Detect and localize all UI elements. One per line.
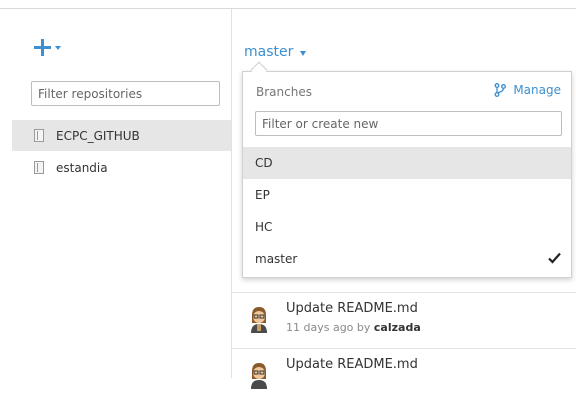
branch-item-ep[interactable]: EP xyxy=(243,179,571,211)
repo-book-icon xyxy=(34,129,44,142)
repo-item-ecpc-github[interactable]: ECPC_GITHUB xyxy=(12,120,231,151)
branch-dropdown: Branches Manage CD EP HC master xyxy=(242,71,572,278)
commit-title: Update README.md xyxy=(286,357,418,372)
plus-icon xyxy=(34,38,51,56)
commit-title: Update README.md xyxy=(286,301,418,316)
current-branch-label: master xyxy=(244,44,294,60)
branch-name: HC xyxy=(255,220,273,234)
avatar xyxy=(251,363,267,389)
repo-name: ECPC_GITHUB xyxy=(56,128,140,143)
checkmark-icon xyxy=(548,252,561,264)
dropdown-header: Branches xyxy=(256,85,312,99)
chevron-down-icon xyxy=(300,50,307,56)
repo-name: estandia xyxy=(56,160,108,175)
branch-name: master xyxy=(255,252,298,266)
avatar xyxy=(251,307,267,333)
branch-icon xyxy=(494,83,507,97)
branch-item-cd[interactable]: CD xyxy=(243,147,571,179)
commit-age: 11 days ago by xyxy=(286,321,371,334)
commit-meta: 11 days ago by calzada xyxy=(286,321,421,334)
branch-item-hc[interactable]: HC xyxy=(243,211,571,243)
repository-sidebar xyxy=(0,9,231,378)
commit-author[interactable]: calzada xyxy=(374,321,421,334)
repo-item-estandia[interactable]: estandia xyxy=(12,152,231,183)
repo-book-icon xyxy=(34,161,44,174)
branch-item-master[interactable]: master xyxy=(243,243,571,275)
add-repository-button[interactable] xyxy=(34,37,61,57)
branch-filter-input[interactable] xyxy=(255,111,562,136)
chevron-down-icon xyxy=(55,46,61,50)
manage-branches-link[interactable]: Manage xyxy=(494,83,561,97)
branch-name: CD xyxy=(255,156,273,170)
commit-item[interactable]: Update README.md xyxy=(232,349,576,401)
branch-selector-button[interactable]: master xyxy=(244,44,307,60)
commit-item[interactable]: Update README.md 11 days ago by calzada xyxy=(232,293,576,345)
branch-name: EP xyxy=(255,188,270,202)
filter-repositories-input[interactable] xyxy=(31,81,220,106)
manage-label: Manage xyxy=(513,83,561,97)
